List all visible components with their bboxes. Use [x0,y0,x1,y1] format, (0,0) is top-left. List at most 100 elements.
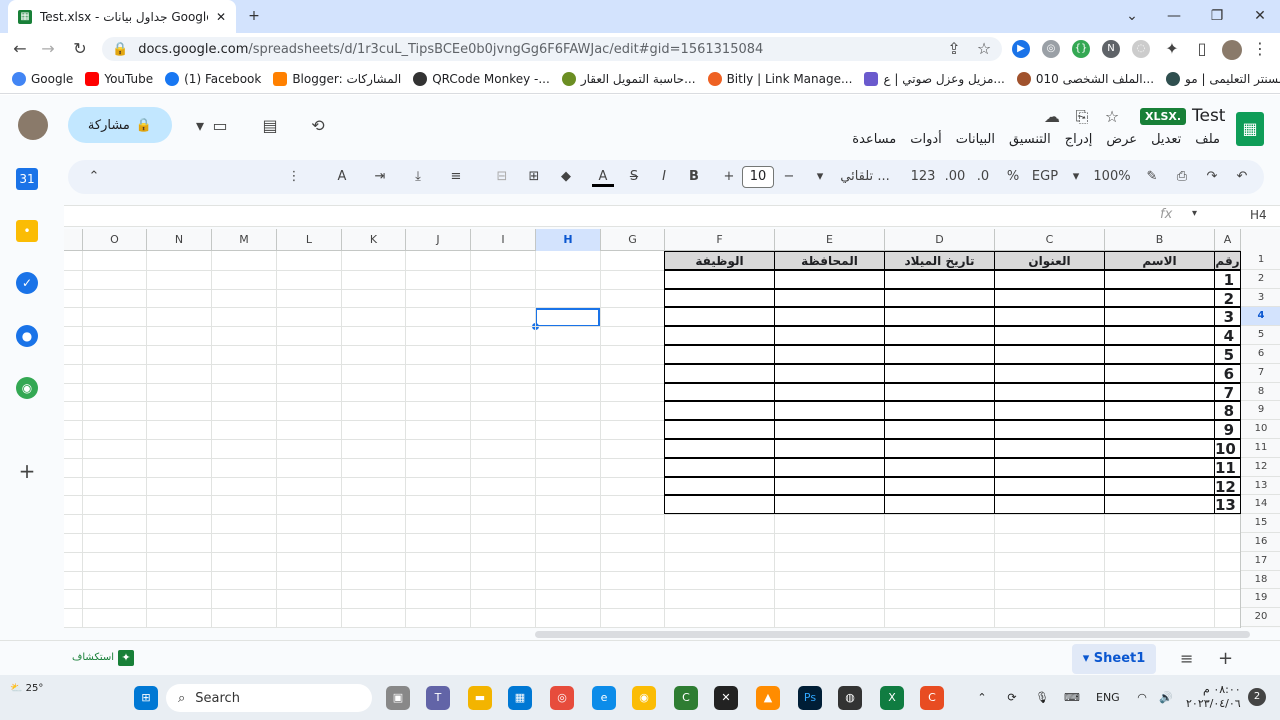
restore-button[interactable]: ❐ [1203,4,1231,28]
italic-icon[interactable]: I [654,167,674,187]
browser-tab[interactable]: ▦ Test.xlsx - جداول بيانات Google ✕ [8,0,236,33]
camtasia-icon[interactable]: C [674,686,698,710]
bold-icon[interactable]: B [684,167,704,187]
wifi-icon[interactable]: ◠ [1130,686,1154,710]
table-cell[interactable] [664,382,775,402]
row-header-3[interactable]: 3 [1241,289,1280,308]
increase-decimal[interactable]: .00 [942,167,968,187]
table-cell[interactable] [664,307,775,327]
row-header-5[interactable]: 5 [1241,326,1280,345]
maps-icon[interactable]: ◉ [16,377,38,399]
table-cell[interactable] [884,420,995,439]
vertical-align-icon[interactable]: ⤓ [408,167,428,187]
close-tab-icon[interactable]: ✕ [216,10,226,24]
table-cell[interactable] [884,401,995,421]
table-cell[interactable] [994,345,1105,364]
font-select[interactable]: تلقائي ... [838,167,892,187]
font-dropdown-icon[interactable]: ▾ [812,167,828,187]
row-header-4[interactable]: 4 [1241,307,1280,327]
table-cell[interactable]: 7 [1214,382,1241,402]
table-cell[interactable] [1104,457,1215,477]
recorder-icon[interactable]: C [920,686,944,710]
table-header-c[interactable]: العنوان [994,251,1105,270]
extension-4-icon[interactable]: N [1102,40,1120,58]
table-cell[interactable] [884,307,995,327]
table-cell[interactable] [664,401,775,421]
contacts-icon[interactable]: ● [16,325,38,347]
table-cell[interactable]: 5 [1214,345,1241,364]
extension-2-icon[interactable]: ◎ [1042,40,1060,58]
row-header-17[interactable]: 17 [1241,552,1280,571]
table-cell[interactable] [774,288,885,308]
tray-chevron-icon[interactable]: ⌃ [970,686,994,710]
share-button[interactable]: مشاركة 🔒 [68,107,172,143]
redo-icon[interactable]: ↷ [1202,167,1222,187]
column-header-k[interactable]: K [341,229,405,251]
table-cell[interactable] [664,439,775,458]
table-cell[interactable] [1104,382,1215,402]
horizontal-scrollbar[interactable] [535,631,1250,638]
table-cell[interactable] [884,495,995,515]
column-header-m[interactable]: M [211,229,276,251]
table-cell[interactable] [664,288,775,308]
decrease-decimal[interactable]: .0 [972,167,994,187]
table-cell[interactable] [1104,307,1215,327]
row-header-11[interactable]: 11 [1241,439,1280,458]
star-icon[interactable]: ☆ [1100,105,1124,129]
extensions-puzzle-icon[interactable]: ✦ [1160,37,1184,61]
row-header-16[interactable]: 16 [1241,533,1280,552]
name-box-dropdown-icon[interactable]: ▾ [1192,208,1197,219]
menu-format[interactable]: التنسيق [1009,132,1051,147]
column-header-b[interactable]: B [1104,229,1214,251]
start-icon[interactable]: ⊞ [134,686,158,710]
selected-cell[interactable] [535,308,600,327]
meet-video-icon[interactable]: ▭ [208,114,232,138]
table-cell[interactable] [994,326,1105,345]
column-header-i[interactable]: I [470,229,535,251]
bookmark-star-icon[interactable]: ☆ [972,37,996,61]
row-header-6[interactable]: 6 [1241,345,1280,364]
table-cell[interactable]: 1 [1214,269,1241,289]
table-cell[interactable] [884,457,995,477]
column-header-c[interactable]: C [994,229,1104,251]
omnibox[interactable]: 🔒 docs.google.com/spreadsheets/d/1r3cuL_… [102,37,1002,61]
table-header-d[interactable]: تاريخ الميلاد [884,251,995,270]
name-box[interactable]: H4 [1250,208,1267,222]
table-cell[interactable] [994,269,1105,289]
all-sheets-icon[interactable]: ≡ [1180,649,1193,668]
sync-icon[interactable]: ⟳ [1000,686,1024,710]
table-cell[interactable] [774,420,885,439]
table-cell[interactable] [774,495,885,515]
column-header-a[interactable]: A [1214,229,1240,251]
table-cell[interactable] [1104,269,1215,289]
move-folder-icon[interactable]: ⎘ [1070,105,1094,129]
back-button[interactable]: ← [8,37,32,61]
borders-icon[interactable]: ⊞ [524,167,544,187]
clock[interactable]: ٠٨:٠٠ م ٢٠٢٣/٠٤/٠٦ [1186,683,1241,711]
table-cell[interactable] [1104,420,1215,439]
fill-color-icon[interactable]: ◆ [556,167,576,187]
table-cell[interactable]: 12 [1214,476,1241,496]
row-header-7[interactable]: 7 [1241,364,1280,383]
table-header-e[interactable]: المحافظة [774,251,885,270]
table-cell[interactable] [884,476,995,496]
table-cell[interactable] [994,439,1105,458]
column-header-e[interactable]: E [774,229,884,251]
add-addon-icon[interactable]: + [16,460,38,482]
edge-icon[interactable]: e [592,686,616,710]
row-header-13[interactable]: 13 [1241,477,1280,496]
table-cell[interactable] [664,269,775,289]
table-header-a[interactable]: رقم [1214,251,1241,270]
table-header-b[interactable]: الاسم [1104,251,1215,270]
teams-icon[interactable]: T [426,686,450,710]
table-cell[interactable] [664,420,775,439]
row-header-9[interactable]: 9 [1241,401,1280,421]
add-sheet-icon[interactable]: + [1218,648,1233,669]
table-cell[interactable] [664,345,775,364]
table-cell[interactable] [1104,401,1215,421]
calendar-icon[interactable]: 31 [16,168,38,190]
table-cell[interactable] [1104,476,1215,496]
undo-icon[interactable]: ↶ [1232,167,1252,187]
bookmark-voice[interactable]: مزيل وعزل صوتي | ع... [864,72,1005,86]
menu-edit[interactable]: تعديل [1151,132,1181,147]
